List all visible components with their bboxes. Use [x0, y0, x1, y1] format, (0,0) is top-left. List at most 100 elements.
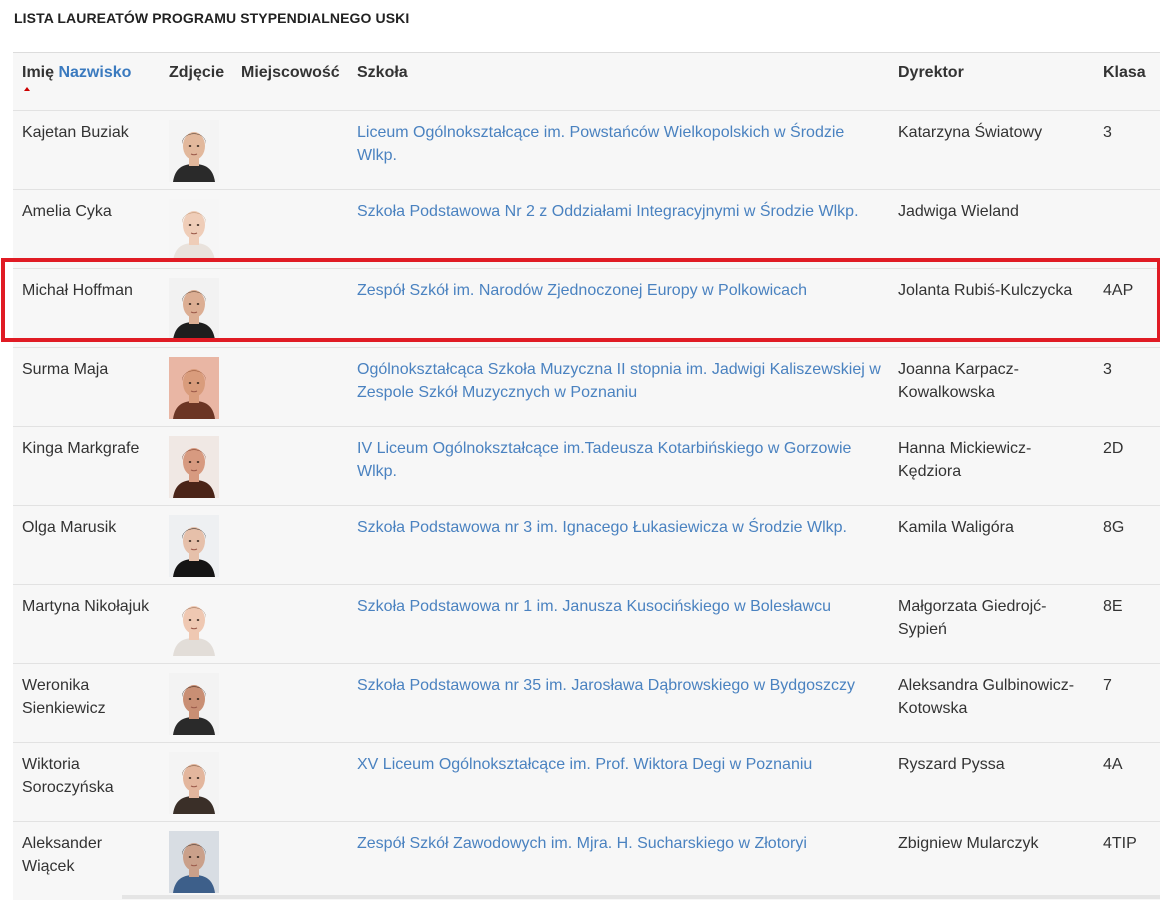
column-header-first-name[interactable]: Imię — [22, 64, 54, 81]
laureate-city-cell — [232, 109, 348, 189]
laureate-city-cell — [232, 504, 348, 584]
laureate-name-cell: Amelia Cyka — [13, 188, 160, 268]
laureates-table-grid: Imię Nazwisko Zdjęcie Miejscowość Szkoła… — [13, 53, 1160, 900]
table-row: Weronika Sienkiewicz Szkoła Podstawowa n… — [13, 662, 1160, 742]
laureate-name-cell: Michał Hoffman — [13, 267, 160, 347]
laureate-photo-cell — [160, 346, 232, 426]
laureate-class-cell: 2D — [1094, 425, 1160, 505]
laureate-city-cell — [232, 583, 348, 663]
laureate-class-cell: 8G — [1094, 504, 1160, 584]
laureate-school-cell: Zespół Szkół Zawodowych im. Mjra. H. Suc… — [348, 820, 889, 900]
laureate-school-cell: IV Liceum Ogólnokształcące im.Tadeusza K… — [348, 425, 889, 505]
portrait-image — [169, 593, 219, 656]
portrait-image — [169, 830, 219, 893]
table-row: Michał Hoffman Zespół Szkół im. Narodów … — [13, 267, 1160, 347]
laureate-director-cell: Kamila Waligóra — [889, 504, 1094, 584]
laureate-city-cell — [232, 188, 348, 268]
portrait-image — [169, 514, 219, 577]
column-header-school: Szkoła — [357, 64, 408, 81]
laureate-photo — [169, 830, 219, 893]
laureate-photo — [169, 593, 219, 656]
laureate-director-cell: Jolanta Rubiś-Kulczycka — [889, 267, 1094, 347]
school-link[interactable]: Szkoła Podstawowa nr 3 im. Ignacego Łuka… — [357, 519, 847, 536]
laureate-photo — [169, 751, 219, 814]
laureate-director-cell: Małgorzata Giedrojć-Sypień — [889, 583, 1094, 663]
laureate-photo-cell — [160, 109, 232, 189]
laureate-photo-cell — [160, 662, 232, 742]
laureate-class-cell: 3 — [1094, 346, 1160, 426]
laureate-school-cell: Zespół Szkół im. Narodów Zjednoczonej Eu… — [348, 267, 889, 347]
school-link[interactable]: Ogólnokształcąca Szkoła Muzyczna II stop… — [357, 361, 881, 401]
column-header-name[interactable]: Imię Nazwisko — [13, 53, 160, 110]
laureate-photo — [169, 356, 219, 419]
laureate-photo — [169, 514, 219, 577]
laureate-school-cell: Ogólnokształcąca Szkoła Muzyczna II stop… — [348, 346, 889, 426]
laureate-city-cell — [232, 346, 348, 426]
table-row: Wiktoria Soroczyńska XV Liceum Ogólnoksz… — [13, 741, 1160, 821]
laureate-school-cell: XV Liceum Ogólnokształcące im. Prof. Wik… — [348, 741, 889, 821]
laureate-name-cell: Kinga Markgrafe — [13, 425, 160, 505]
laureate-director-cell: Katarzyna Światowy — [889, 109, 1094, 189]
laureate-school-cell: Szkoła Podstawowa nr 35 im. Jarosława Dą… — [348, 662, 889, 742]
laureate-photo — [169, 277, 219, 340]
laureate-photo — [169, 119, 219, 182]
school-link[interactable]: Szkoła Podstawowa nr 1 im. Janusza Kusoc… — [357, 598, 831, 615]
laureate-photo-cell — [160, 820, 232, 900]
portrait-image — [169, 672, 219, 735]
laureate-name-cell: Wiktoria Soroczyńska — [13, 741, 160, 821]
laureate-photo-cell — [160, 188, 232, 268]
column-header-photo: Zdjęcie — [169, 64, 225, 81]
laureate-photo-cell — [160, 583, 232, 663]
school-link[interactable]: Zespół Szkół im. Narodów Zjednoczonej Eu… — [357, 282, 807, 299]
laureate-city-cell — [232, 662, 348, 742]
sort-by-surname-link[interactable]: Nazwisko — [58, 64, 131, 81]
laureate-school-cell: Szkoła Podstawowa Nr 2 z Oddziałami Inte… — [348, 188, 889, 268]
laureate-director-cell: Jadwiga Wieland — [889, 188, 1094, 268]
table-row: Amelia Cyka Szkoła Podstawowa Nr 2 z Odd… — [13, 188, 1160, 268]
column-header-city: Miejscowość — [241, 64, 340, 81]
table-row: Surma Maja Ogólnokształcąca Szkoła Muzyc… — [13, 346, 1160, 426]
laureate-city-cell — [232, 267, 348, 347]
laureate-class-cell: 7 — [1094, 662, 1160, 742]
laureate-photo — [169, 198, 219, 261]
school-link[interactable]: XV Liceum Ogólnokształcące im. Prof. Wik… — [357, 756, 812, 773]
school-link[interactable]: Szkoła Podstawowa nr 35 im. Jarosława Dą… — [357, 677, 855, 694]
laureate-city-cell — [232, 820, 348, 900]
table-header-row: Imię Nazwisko Zdjęcie Miejscowość Szkoła… — [13, 53, 1160, 110]
laureate-photo-cell — [160, 504, 232, 584]
school-link[interactable]: Zespół Szkół Zawodowych im. Mjra. H. Suc… — [357, 835, 807, 852]
laureate-school-cell: Szkoła Podstawowa nr 1 im. Janusza Kusoc… — [348, 583, 889, 663]
laureate-director-cell: Hanna Mickiewicz-Kędziora — [889, 425, 1094, 505]
laureate-director-cell: Ryszard Pyssa — [889, 741, 1094, 821]
table-row: Kinga Markgrafe IV Liceum Ogólnokształcą… — [13, 425, 1160, 505]
laureate-class-cell: 4A — [1094, 741, 1160, 821]
horizontal-scrollbar[interactable] — [122, 895, 1160, 899]
school-link[interactable]: IV Liceum Ogólnokształcące im.Tadeusza K… — [357, 440, 851, 480]
laureate-name-cell: Martyna Nikołajuk — [13, 583, 160, 663]
laureate-class-cell: 3 — [1094, 109, 1160, 189]
laureates-table: Imię Nazwisko Zdjęcie Miejscowość Szkoła… — [13, 52, 1160, 900]
school-link[interactable]: Liceum Ogólnokształcące im. Powstańców W… — [357, 124, 844, 164]
laureate-photo-cell — [160, 425, 232, 505]
portrait-image — [169, 277, 219, 340]
school-link[interactable]: Szkoła Podstawowa Nr 2 z Oddziałami Inte… — [357, 203, 859, 220]
laureate-name-cell: Surma Maja — [13, 346, 160, 426]
laureate-director-cell: Aleksandra Gulbinowicz-Kotowska — [889, 662, 1094, 742]
portrait-image — [169, 119, 219, 182]
column-header-class: Klasa — [1103, 64, 1146, 81]
table-row: Kajetan Buziak Liceum Ogólnokształcące i… — [13, 109, 1160, 189]
portrait-image — [169, 198, 219, 261]
laureate-director-cell: Zbigniew Mularczyk — [889, 820, 1094, 900]
table-row: Olga Marusik Szkoła Podstawowa nr 3 im. … — [13, 504, 1160, 584]
laureate-city-cell — [232, 741, 348, 821]
portrait-image — [169, 356, 219, 419]
sort-ascending-icon — [24, 87, 30, 91]
laureate-school-cell: Liceum Ogólnokształcące im. Powstańców W… — [348, 109, 889, 189]
portrait-image — [169, 435, 219, 498]
laureate-class-cell: 8E — [1094, 583, 1160, 663]
laureate-class-cell — [1094, 188, 1160, 268]
laureate-class-cell: 4TIP — [1094, 820, 1160, 900]
laureate-photo-cell — [160, 267, 232, 347]
laureate-name-cell: Kajetan Buziak — [13, 109, 160, 189]
page-title: LISTA LAUREATÓW PROGRAMU STYPENDIALNEGO … — [14, 10, 410, 26]
